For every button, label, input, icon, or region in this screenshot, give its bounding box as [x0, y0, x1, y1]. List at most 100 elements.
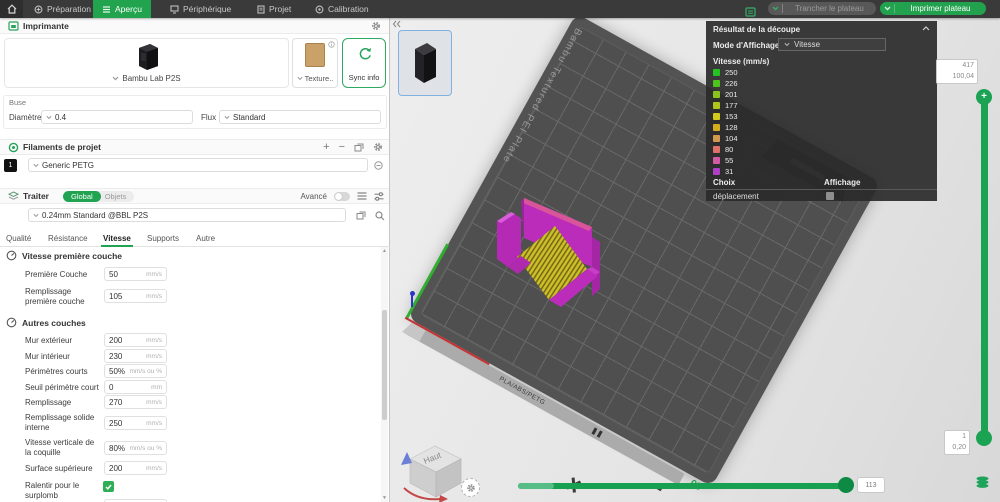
param-value: 230	[109, 351, 123, 361]
print-dropdown-chevron-icon[interactable]	[880, 2, 894, 15]
params-scrollbar[interactable]: ▲ ▼	[381, 247, 388, 502]
scroll-down-icon[interactable]: ▼	[381, 495, 388, 501]
tab-resistance[interactable]: Résistance	[48, 234, 88, 243]
sidebar-panel: Imprimante Bambu Lab P2S Texture.. Sync …	[0, 18, 390, 502]
layer-slider-top-handle[interactable]: +	[976, 89, 992, 105]
tab-vitesse[interactable]: Vitesse	[101, 234, 133, 247]
collapse-panel-chevron-icon[interactable]	[922, 26, 930, 31]
tab-preparation[interactable]: Préparation	[25, 0, 100, 18]
tab-calibration[interactable]: Calibration	[306, 0, 378, 18]
gauge-icon	[6, 250, 17, 261]
printer-section-title: Imprimante	[23, 20, 69, 31]
travel-option-label: déplacement	[713, 192, 759, 201]
legend-value: 201	[725, 90, 738, 99]
step-slider-track[interactable]	[518, 483, 851, 489]
param-unit: mm/s	[146, 419, 162, 427]
param-input[interactable]: 80% mm/s ou %	[104, 441, 167, 455]
printer-card[interactable]: Bambu Lab P2S	[4, 38, 289, 88]
travel-checkbox[interactable]	[826, 192, 834, 200]
remove-circle-icon[interactable]	[374, 161, 383, 170]
sliced-object[interactable]	[495, 190, 610, 310]
param-input[interactable]: 200 mm/s	[104, 333, 167, 347]
viewport-settings-button[interactable]	[461, 478, 480, 497]
printer-settings-gear-icon[interactable]	[371, 21, 381, 31]
copy-preset-icon[interactable]	[356, 211, 366, 220]
step-slider-handle[interactable]	[838, 477, 854, 493]
tab-apercu[interactable]: Aperçu	[93, 0, 151, 18]
slow-overhang-checkbox[interactable]	[103, 481, 114, 492]
param-unit: mm/s	[146, 352, 162, 360]
tab-apercu-label: Aperçu	[115, 4, 142, 14]
step-slider-left-segment	[518, 483, 554, 489]
param-input[interactable]: 105 mm/s	[104, 289, 167, 303]
thumbnail-object-image	[415, 43, 436, 83]
param-input[interactable]: 270 mm/s	[104, 395, 167, 409]
search-icon[interactable]	[375, 211, 385, 221]
param-input[interactable]: 200 mm/s	[104, 461, 167, 475]
legend-value: 104	[725, 134, 738, 143]
display-mode-value: Vitesse	[794, 40, 821, 49]
plate-strip-mark	[597, 430, 604, 439]
layers-icon[interactable]	[975, 476, 990, 489]
sync-info-button[interactable]: Sync info	[342, 38, 386, 88]
legend-entry: 128	[713, 123, 738, 132]
color-swatch	[713, 168, 720, 175]
tab-qualite[interactable]: Qualité	[6, 234, 31, 243]
home-button[interactable]	[0, 0, 23, 18]
scroll-up-icon[interactable]: ▲	[381, 248, 388, 254]
nozzle-diameter-select[interactable]: 0.4	[41, 110, 193, 124]
slice-settings-icon[interactable]	[745, 4, 756, 22]
param-value: 50	[109, 269, 118, 279]
plate-thumbnail[interactable]	[398, 30, 452, 96]
list-view-icon[interactable]	[357, 192, 367, 200]
tab-preparation-label: Préparation	[47, 4, 91, 14]
navigation-cube[interactable]: Haut	[398, 438, 468, 502]
scope-global-button[interactable]: Global	[63, 190, 101, 202]
tab-supports[interactable]: Supports	[147, 234, 179, 243]
layer-slider-bottom-handle[interactable]	[976, 430, 992, 446]
sync-filament-list-icon[interactable]	[354, 143, 364, 152]
param-input[interactable]: 0 mm	[104, 380, 167, 394]
filament-select[interactable]: Generic PETG	[28, 158, 368, 172]
display-mode-select[interactable]: Vitesse	[778, 38, 886, 51]
param-unit: mm/s ou %	[129, 367, 162, 375]
tab-projet-label: Projet	[269, 4, 292, 14]
choice-column-label: Choix	[713, 178, 736, 187]
tab-calibration-label: Calibration	[328, 4, 369, 14]
param-input[interactable]: 230 mm/s	[104, 349, 167, 363]
param-input[interactable]: 50% mm/s ou %	[104, 364, 167, 378]
slice-plate-button[interactable]: Trancher le plateau	[768, 2, 876, 15]
color-swatch	[713, 146, 720, 153]
printer-select-chevron-icon[interactable]	[112, 76, 119, 81]
process-preset-select[interactable]: 0.24mm Standard @BBL P2S	[28, 208, 346, 222]
other-layers-section-title: Autres couches	[22, 317, 86, 328]
slice-dropdown-chevron-icon[interactable]	[768, 2, 782, 15]
tune-sliders-icon[interactable]	[374, 191, 384, 201]
plate-select-chevron-icon[interactable]	[297, 76, 303, 81]
filament-slot-badge[interactable]: 1	[4, 159, 17, 172]
param-input[interactable]: 50 mm/s	[104, 267, 167, 281]
flow-select[interactable]: Standard	[219, 110, 381, 124]
layer-slider-track[interactable]	[981, 97, 988, 440]
print-plate-button[interactable]: Imprimer plateau	[880, 2, 986, 15]
legend-entry: 153	[713, 112, 738, 121]
legend-entry: 104	[713, 134, 738, 143]
legend-entry: 31	[713, 167, 733, 176]
plate-type-card[interactable]: Texture..	[292, 38, 338, 88]
color-swatch	[713, 69, 720, 76]
tab-peripherique[interactable]: Périphérique	[161, 0, 240, 18]
param-label: Seuil périmètre court	[25, 383, 99, 392]
param-value: 50%	[109, 366, 126, 376]
advanced-toggle[interactable]	[334, 191, 350, 201]
process-section-title: Traiter	[23, 191, 49, 201]
scrollbar-thumb[interactable]	[382, 310, 387, 420]
filament-settings-gear-icon[interactable]	[373, 142, 383, 152]
prepare-icon	[34, 5, 43, 13]
collapse-thumbnails-icon[interactable]	[392, 20, 401, 28]
param-label: Mur intérieur	[25, 352, 70, 361]
viewport-3d[interactable]: Bambu Textured PEI Plate PLA/ABS/PETG 03	[390, 18, 1000, 502]
first-layer-speed-section: Vitesse première couche	[6, 250, 122, 261]
param-input[interactable]: 250 mm/s	[104, 416, 167, 430]
tab-projet[interactable]: Projet	[248, 0, 300, 18]
tab-autre[interactable]: Autre	[196, 234, 215, 243]
